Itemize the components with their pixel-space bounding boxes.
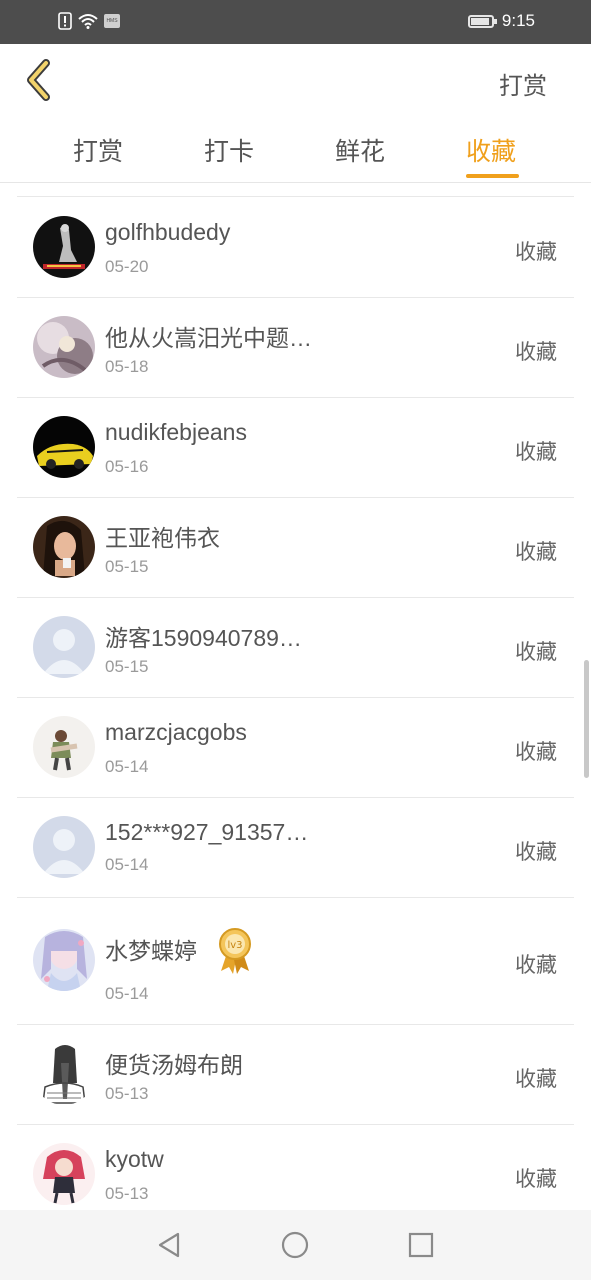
user-name: 152***927_91357… [105,819,309,845]
list-item[interactable]: 王亚袍伟衣 05-15 收藏 [17,497,574,598]
back-button[interactable] [22,58,58,102]
header-title: 打赏 [499,73,547,100]
avatar [33,416,95,478]
user-name: marzcjacgobs [105,719,247,745]
tab-flowers[interactable]: 鲜花 [335,132,385,168]
item-date: 05-16 [105,457,149,476]
favorite-label: 收藏 [515,541,557,564]
user-name: 水梦蝶婷 [105,938,197,964]
user-name: 便货汤姆布朗 [105,1052,243,1078]
default-avatar [33,616,95,678]
scrollbar[interactable] [584,660,589,778]
level-badge-icon: lv3 [217,927,253,975]
default-avatar [33,816,95,878]
battery-icon [467,14,497,28]
favorite-label: 收藏 [515,641,557,664]
list-item[interactable]: kyotw 05-13 收藏 [17,1124,574,1224]
status-bar: HMS 9:15 [0,0,591,44]
back-triangle-icon [158,1232,180,1258]
system-nav-bar [0,1210,591,1280]
favorite-label: 收藏 [515,841,557,864]
item-date: 05-18 [105,357,149,376]
avatar [33,1143,95,1205]
home-circle-icon [281,1231,309,1259]
list-item[interactable]: nudikfebjeans 05-16 收藏 [17,397,574,498]
status-icons-left: HMS [58,12,120,30]
nav-recents-button[interactable] [406,1230,436,1260]
user-name: kyotw [105,1146,164,1172]
avatar [33,216,95,278]
status-icons-right: 9:15 [467,11,535,31]
status-time: 9:15 [501,11,535,30]
item-date: 05-15 [105,557,149,576]
list-item[interactable]: 他从火嵩汨光中题… 05-18 收藏 [17,297,574,398]
user-name: 游客1590940789… [105,625,302,651]
avatar [33,716,95,778]
user-name: nudikfebjeans [105,419,247,445]
item-date: 05-13 [105,1184,149,1203]
user-name: 他从火嵩汨光中题… [105,325,312,351]
alert-icon [58,12,72,30]
badge-level-text: lv3 [227,940,242,951]
tab-checkin[interactable]: 打卡 [204,132,254,168]
user-name: 王亚袍伟衣 [105,525,220,551]
avatar [33,316,95,378]
tab-bar: 打赏 打卡 鲜花 收藏 [0,116,591,183]
list-item[interactable]: 水梦蝶婷 lv3 05-14 收藏 [17,897,574,1025]
list-item[interactable]: 便货汤姆布朗 05-13 收藏 [17,1024,574,1125]
favorite-label: 收藏 [515,954,557,977]
user-name: golfhbudedy [105,219,231,245]
favorite-label: 收藏 [515,1068,557,1091]
list-item[interactable]: golfhbudedy 05-20 收藏 [17,197,574,298]
tab-reward[interactable]: 打赏 [73,132,123,168]
nav-back-button[interactable] [154,1230,184,1260]
favorite-label: 收藏 [515,241,557,264]
avatar [33,516,95,578]
item-date: 05-13 [105,1084,149,1103]
item-date: 05-15 [105,657,149,676]
avatar [33,1043,95,1105]
item-date: 05-14 [105,757,149,776]
list-item[interactable]: 游客1590940789… 05-15 收藏 [17,597,574,698]
hms-icon: HMS [104,14,120,28]
avatar [33,929,95,991]
item-date: 05-14 [105,855,149,874]
app-header: 打赏 [0,44,591,116]
nav-home-button[interactable] [280,1230,310,1260]
recents-square-icon [408,1232,434,1258]
active-tab-indicator [466,174,519,178]
item-date: 05-20 [105,257,149,276]
favorite-label: 收藏 [515,341,557,364]
favorite-label: 收藏 [515,441,557,464]
tab-favorites[interactable]: 收藏 [466,132,516,168]
wifi-icon [78,14,98,29]
favorite-label: 收藏 [515,1168,557,1191]
list-item[interactable]: marzcjacgobs 05-14 收藏 [17,697,574,798]
chevron-left-icon [27,59,50,101]
list-item[interactable]: 152***927_91357… 05-14 收藏 [17,797,574,898]
item-date: 05-14 [105,984,149,1003]
favorite-label: 收藏 [515,741,557,764]
